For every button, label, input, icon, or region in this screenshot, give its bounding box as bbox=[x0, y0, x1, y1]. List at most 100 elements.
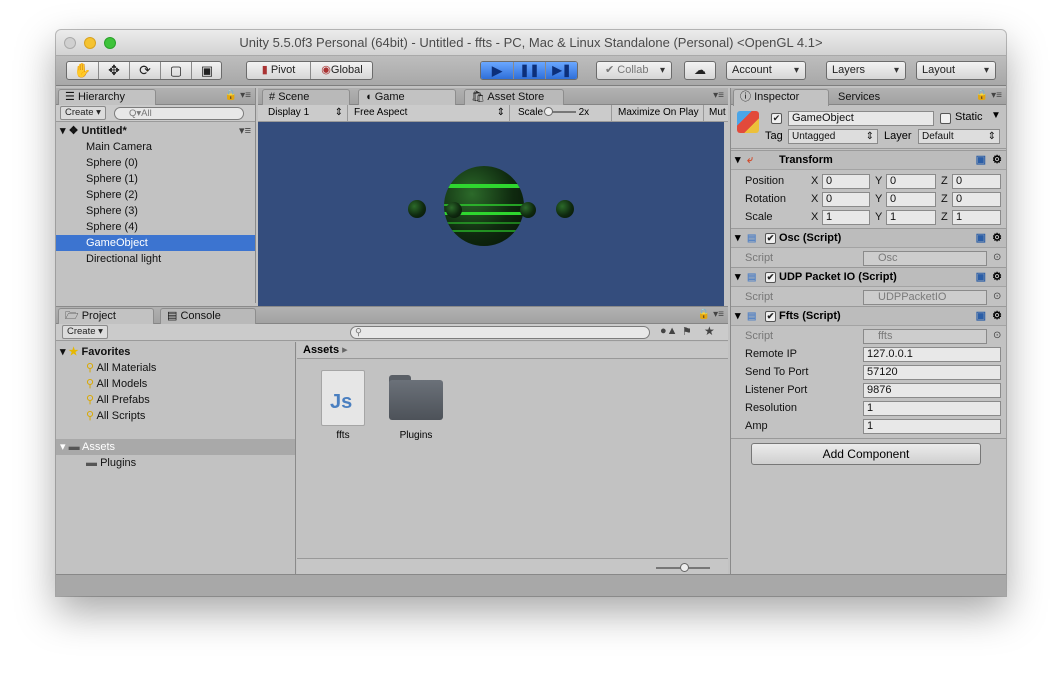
position-y-input[interactable]: 0 bbox=[886, 174, 936, 189]
script-field[interactable]: Osc bbox=[863, 251, 987, 266]
hierarchy-item[interactable]: Sphere (3) bbox=[56, 203, 255, 219]
collab-dropdown[interactable]: ✔ Collab bbox=[596, 61, 672, 80]
object-picker-icon[interactable]: ⊙ bbox=[993, 330, 1001, 341]
hierarchy-search-input[interactable]: Q▾All bbox=[114, 107, 244, 120]
resolution-input[interactable]: 1 bbox=[863, 401, 1001, 416]
osc-script-header[interactable]: ▾ ▤ ✔ Osc (Script) ▣ ⚙ bbox=[731, 228, 1006, 248]
asset-folder-item[interactable]: ▬ Plugins bbox=[56, 455, 295, 471]
hierarchy-item[interactable]: Directional light bbox=[56, 251, 255, 267]
global-button[interactable]: ◉Global bbox=[311, 62, 372, 79]
tab-inspector[interactable]: ⓘ Inspector bbox=[733, 89, 829, 106]
cloud-button[interactable]: ☁ bbox=[684, 61, 716, 80]
tab-hierarchy[interactable]: ☰ Hierarchy bbox=[58, 89, 156, 106]
rotation-y-input[interactable]: 0 bbox=[886, 192, 936, 207]
hierarchy-item[interactable]: Main Camera bbox=[56, 139, 255, 155]
gear-icon[interactable]: ⚙ bbox=[992, 307, 1002, 326]
zoom-window-button[interactable] bbox=[104, 37, 116, 49]
tab-scene[interactable]: # Scene bbox=[262, 89, 350, 105]
panel-menu-icon[interactable]: ▾≡ bbox=[713, 90, 724, 101]
minimize-window-button[interactable] bbox=[84, 37, 96, 49]
tag-dropdown[interactable]: Untagged ⇕ bbox=[788, 129, 878, 144]
object-picker-icon[interactable]: ⊙ bbox=[993, 252, 1001, 263]
scale-x-input[interactable]: 1 bbox=[822, 210, 870, 225]
tab-game[interactable]: ◖ Game bbox=[358, 89, 456, 106]
layout-dropdown[interactable]: Layout bbox=[916, 61, 996, 80]
layer-dropdown[interactable]: Default ⇕ bbox=[918, 129, 1000, 144]
hierarchy-item[interactable]: Sphere (1) bbox=[56, 171, 255, 187]
ffts-script-header[interactable]: ▾ ▤ ✔ Ffts (Script) ▣ ⚙ bbox=[731, 306, 1006, 326]
scale-z-input[interactable]: 1 bbox=[952, 210, 1001, 225]
script-field[interactable]: ffts bbox=[863, 329, 987, 344]
scene-menu-icon[interactable]: ▾≡ bbox=[239, 123, 251, 139]
panel-menu-icon[interactable]: 🔒 ▾≡ bbox=[225, 90, 251, 101]
tab-services[interactable]: Services bbox=[831, 89, 907, 105]
gear-icon[interactable]: ⚙ bbox=[992, 229, 1002, 248]
send-to-port-input[interactable]: 57120 bbox=[863, 365, 1001, 380]
active-checkbox[interactable]: ✔ bbox=[771, 113, 782, 124]
position-x-input[interactable]: 0 bbox=[822, 174, 870, 189]
script-field[interactable]: UDPPacketIO bbox=[863, 290, 987, 305]
gear-icon[interactable]: ⚙ bbox=[992, 268, 1002, 287]
aspect-dropdown[interactable]: Free Aspect ⇕ bbox=[350, 105, 510, 121]
hand-tool-icon[interactable]: ✋ bbox=[67, 62, 99, 79]
amp-input[interactable]: 1 bbox=[863, 419, 1001, 434]
label-filter-icon[interactable]: ⚑ bbox=[682, 325, 692, 338]
transform-header[interactable]: ▾ ⤶ Transform ▣ ⚙ bbox=[731, 150, 1006, 170]
favorite-item[interactable]: ⚲ All Scripts bbox=[56, 408, 295, 424]
move-tool-icon[interactable]: ✥ bbox=[99, 62, 130, 79]
pivot-button[interactable]: ▮ Pivot bbox=[247, 62, 311, 79]
udp-script-header[interactable]: ▾ ▤ ✔ UDP Packet IO (Script) ▣ ⚙ bbox=[731, 267, 1006, 287]
hierarchy-item-selected[interactable]: GameObject bbox=[56, 235, 255, 251]
help-icon[interactable]: ▣ bbox=[976, 151, 986, 170]
favorite-item[interactable]: ⚲ All Materials bbox=[56, 360, 295, 376]
rect-tool-icon[interactable]: ▣ bbox=[192, 62, 221, 79]
display-dropdown[interactable]: Display 1 ⇕ bbox=[262, 105, 348, 121]
rotation-x-input[interactable]: 0 bbox=[822, 192, 870, 207]
panel-menu-icon[interactable]: 🔒 ▾≡ bbox=[976, 90, 1002, 101]
add-component-button[interactable]: Add Component bbox=[751, 443, 981, 465]
breadcrumb[interactable]: Assets ▸ bbox=[297, 342, 728, 359]
js-file-icon[interactable]: Js bbox=[321, 370, 365, 426]
help-icon[interactable]: ▣ bbox=[976, 229, 986, 248]
create-dropdown[interactable]: Create ▾ bbox=[62, 325, 108, 339]
scale-slider[interactable]: Scale 2x bbox=[514, 105, 612, 121]
scale-y-input[interactable]: 1 bbox=[886, 210, 936, 225]
help-icon[interactable]: ▣ bbox=[976, 268, 986, 287]
favorite-item[interactable]: ⚲ All Prefabs bbox=[56, 392, 295, 408]
panel-menu-icon[interactable]: 🔒 ▾≡ bbox=[698, 309, 724, 320]
rotate-tool-icon[interactable]: ⟳ bbox=[130, 62, 161, 79]
assets-row[interactable]: ▾ ▬ Assets bbox=[56, 439, 295, 455]
position-z-input[interactable]: 0 bbox=[952, 174, 1001, 189]
object-name-input[interactable]: GameObject bbox=[788, 111, 934, 126]
enabled-checkbox[interactable]: ✔ bbox=[765, 233, 776, 244]
favorite-star-icon[interactable]: ★ bbox=[704, 324, 715, 338]
gear-icon[interactable]: ⚙ bbox=[992, 151, 1002, 170]
game-viewport[interactable] bbox=[258, 122, 724, 324]
rotation-z-input[interactable]: 0 bbox=[952, 192, 1001, 207]
step-button[interactable]: ▶❚ bbox=[546, 62, 577, 79]
static-dropdown[interactable]: ▼ bbox=[991, 110, 1001, 121]
filter-type-icon[interactable]: ●▲ bbox=[660, 325, 678, 337]
tab-asset-store[interactable]: 🛍 Asset Store bbox=[464, 89, 564, 105]
tab-project[interactable]: 🗁 Project bbox=[58, 308, 154, 325]
create-dropdown[interactable]: Create ▾ bbox=[60, 106, 106, 120]
project-search-input[interactable]: ⚲ bbox=[350, 326, 650, 339]
mute-audio-toggle[interactable]: Mut bbox=[706, 105, 726, 121]
static-checkbox[interactable] bbox=[940, 113, 951, 124]
hierarchy-item[interactable]: Sphere (2) bbox=[56, 187, 255, 203]
listener-port-input[interactable]: 9876 bbox=[863, 383, 1001, 398]
object-picker-icon[interactable]: ⊙ bbox=[993, 291, 1001, 302]
layers-dropdown[interactable]: Layers bbox=[826, 61, 906, 80]
scene-row[interactable]: ▾ ❖ Untitled* ▾≡ bbox=[56, 123, 255, 139]
folder-icon[interactable] bbox=[389, 375, 443, 421]
close-window-button[interactable] bbox=[64, 37, 76, 49]
pause-button[interactable]: ❚❚ bbox=[514, 62, 546, 79]
play-button[interactable]: ▶ bbox=[481, 62, 514, 79]
account-dropdown[interactable]: Account bbox=[726, 61, 806, 80]
icon-size-slider[interactable] bbox=[656, 563, 710, 572]
help-icon[interactable]: ▣ bbox=[976, 307, 986, 326]
maximize-on-play-toggle[interactable]: Maximize On Play bbox=[614, 105, 704, 121]
hierarchy-item[interactable]: Sphere (4) bbox=[56, 219, 255, 235]
favorite-item[interactable]: ⚲ All Models bbox=[56, 376, 295, 392]
enabled-checkbox[interactable]: ✔ bbox=[765, 311, 776, 322]
